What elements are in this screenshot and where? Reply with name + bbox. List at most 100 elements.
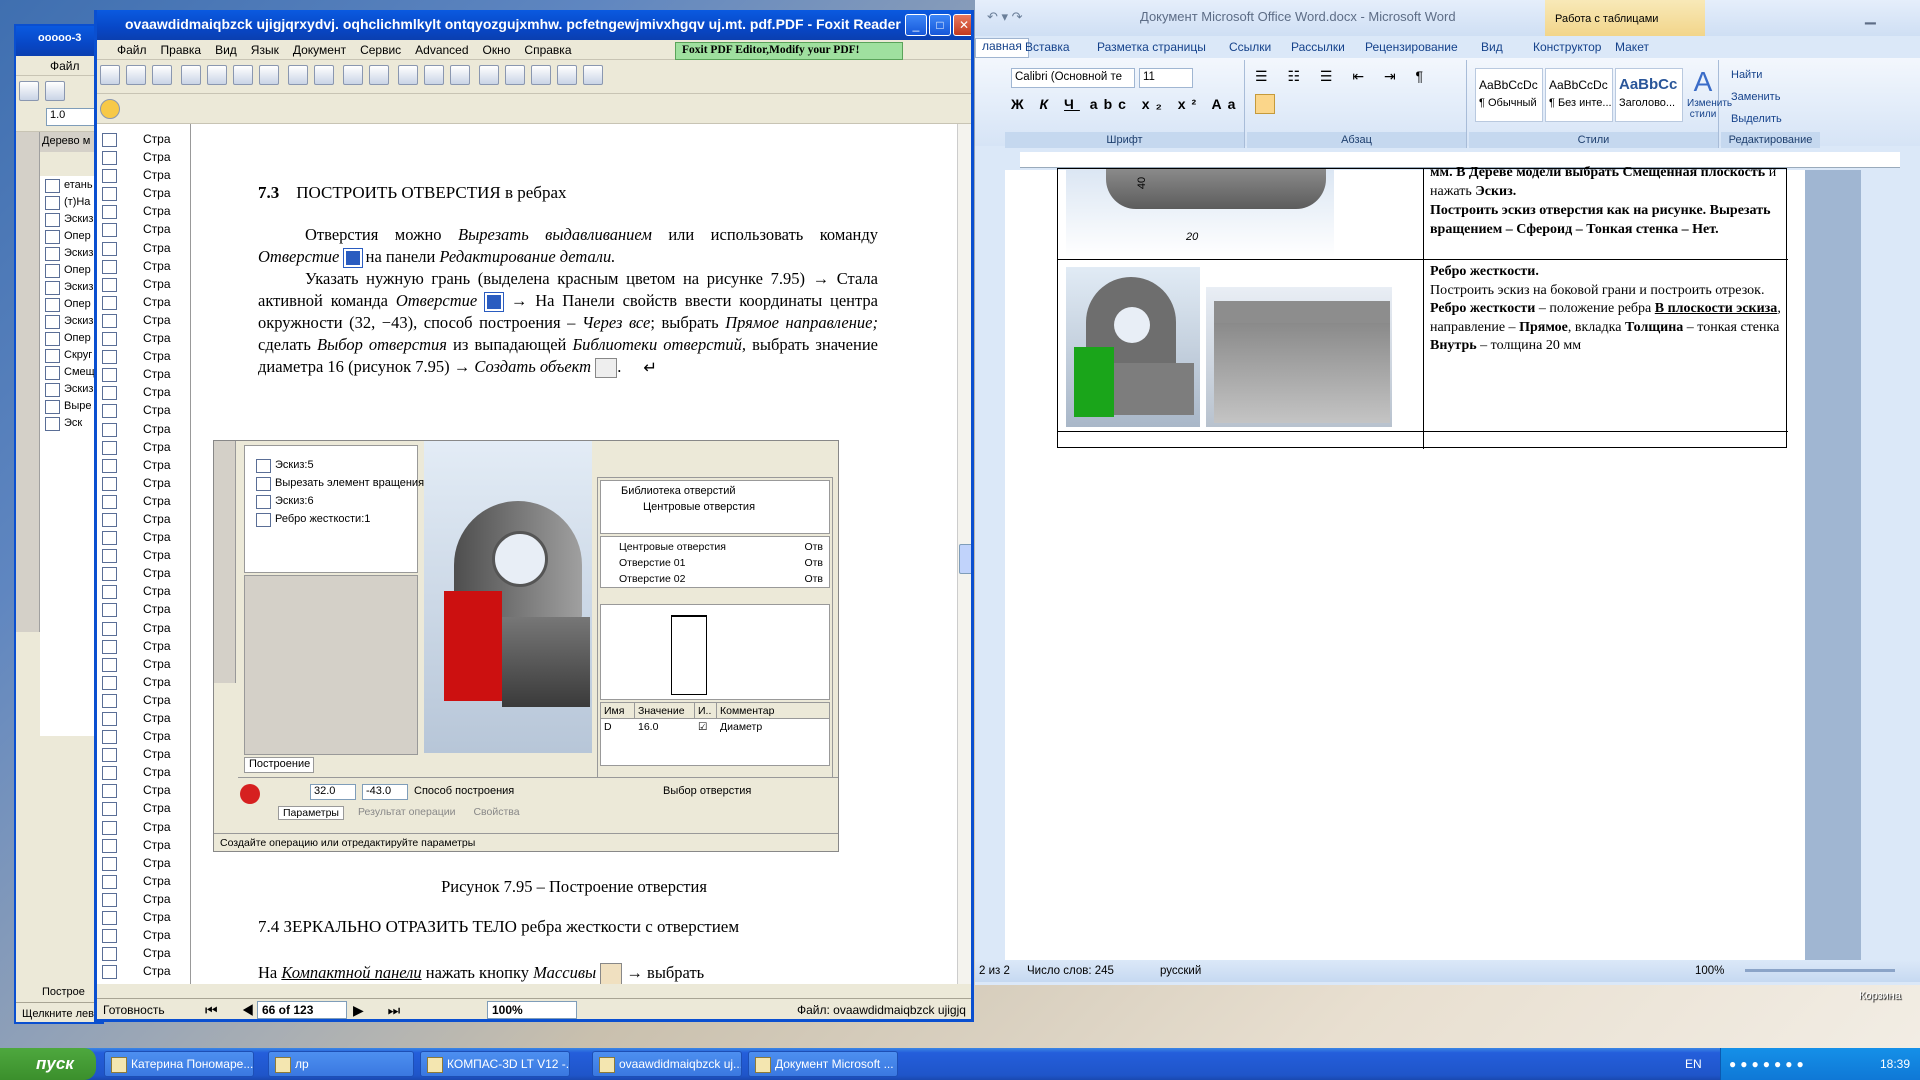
replace-button[interactable]: Заменить — [1731, 86, 1782, 108]
undo-icon[interactable]: ↶ ▾ ↷ — [987, 9, 1023, 25]
bookmark-item[interactable]: Стра — [97, 546, 190, 564]
foxit-menu-item[interactable]: Язык — [251, 43, 279, 59]
foxit-promo-link[interactable]: Foxit PDF Editor,Modify your PDF! — [675, 42, 903, 60]
lang-indicator[interactable]: EN — [1685, 1057, 1702, 1071]
minimize-button[interactable]: _ — [905, 14, 927, 36]
bookmark-item[interactable]: Стра — [97, 492, 190, 510]
bookmark-item[interactable]: Стра — [97, 582, 190, 600]
bookmark-item[interactable]: Стра — [97, 600, 190, 618]
bookmark-item[interactable]: Стра — [97, 872, 190, 890]
bookmark-item[interactable]: Стра — [97, 528, 190, 546]
open-folder-icon[interactable] — [45, 81, 65, 101]
bookmark-item[interactable]: Стра — [97, 926, 190, 944]
kompas-menu-file[interactable]: Файл — [50, 59, 80, 75]
kompas-zoom-field[interactable]: 1.0 — [46, 108, 96, 126]
forward-icon[interactable] — [314, 65, 335, 85]
bookmark-item[interactable]: Стра — [97, 347, 190, 365]
bookmark-item[interactable]: Стра — [97, 329, 190, 347]
foxit-menu-item[interactable]: Правка — [161, 43, 202, 59]
bookmark-item[interactable]: Стра — [97, 890, 190, 908]
hand-icon[interactable] — [505, 65, 526, 85]
bookmark-item[interactable]: Стра — [97, 836, 190, 854]
foxit-titlebar[interactable]: ovaawdidmaiqbzck ujigjqrxydvj. oqhclichm… — [97, 10, 971, 40]
change-styles-button[interactable]: A Изменить стили — [1687, 66, 1732, 120]
next-page-icon[interactable] — [233, 65, 254, 85]
bookmark-item[interactable]: Стра — [97, 383, 190, 401]
bookmark-item[interactable]: Стра — [97, 420, 190, 438]
word-tab[interactable]: Вставка — [1025, 40, 1070, 54]
help-icon[interactable] — [100, 99, 120, 119]
align-left-button[interactable] — [1255, 94, 1275, 114]
bookmark-item[interactable]: Стра — [97, 202, 190, 220]
text-select-icon[interactable] — [531, 65, 552, 85]
task-button[interactable]: Документ Microsoft ... — [748, 1051, 898, 1077]
word-tab[interactable]: Макет — [1615, 40, 1649, 54]
word-tab[interactable]: Рассылки — [1291, 40, 1345, 54]
foxit-menu-item[interactable]: Документ — [293, 43, 346, 59]
bookmark-item[interactable]: Стра — [97, 564, 190, 582]
bookmark-item[interactable]: Стра — [97, 510, 190, 528]
snapshot-icon[interactable] — [557, 65, 578, 85]
list-buttons[interactable]: ☰ ☷ ☰ ⇤ ⇥ ¶ — [1255, 68, 1431, 85]
word-titlebar[interactable]: ↶ ▾ ↷ Документ Microsoft Office Word.doc… — [975, 0, 1920, 36]
foxit-menu-item[interactable]: Окно — [483, 43, 511, 59]
select-button[interactable]: Выделить — [1731, 108, 1782, 130]
print-icon[interactable] — [152, 65, 172, 85]
bookmark-item[interactable]: Стра — [97, 944, 190, 962]
task-button[interactable]: лр — [268, 1051, 414, 1077]
back-icon[interactable] — [288, 65, 309, 85]
bookmark-item[interactable]: Стра — [97, 184, 190, 202]
zoom-in-icon[interactable] — [369, 65, 390, 85]
continuous-icon[interactable] — [424, 65, 445, 85]
bookmark-item[interactable]: Стра — [97, 275, 190, 293]
page-nav-icons-next[interactable]: ▶ ⏭ — [353, 999, 410, 1019]
bookmark-item[interactable]: Стра — [97, 401, 190, 419]
bookmark-item[interactable]: Стра — [97, 799, 190, 817]
bookmark-item[interactable]: Стра — [97, 709, 190, 727]
find-button[interactable]: Найти — [1731, 64, 1782, 86]
word-tab[interactable]: лавная — [975, 38, 1029, 58]
bookmark-item[interactable]: Стра — [97, 673, 190, 691]
bookmark-item[interactable]: Стра — [97, 619, 190, 637]
bookmark-item[interactable]: Стра — [97, 655, 190, 673]
open-icon[interactable] — [100, 65, 120, 85]
bookmark-item[interactable]: Стра — [97, 763, 190, 781]
style-no-spacing[interactable]: AaBbCcDc ¶ Без инте... — [1545, 68, 1613, 122]
bookmark-item[interactable]: Стра — [97, 691, 190, 709]
tray-icons[interactable]: ●●●●●●● — [1729, 1057, 1808, 1071]
bookmark-item[interactable]: Стра — [97, 908, 190, 926]
last-page-icon[interactable] — [259, 65, 280, 85]
first-page-icon[interactable] — [181, 65, 202, 85]
task-button[interactable]: ovaawdidmaiqbzck uj... — [592, 1051, 742, 1077]
bookmark-item[interactable]: Стра — [97, 781, 190, 799]
bookmark-item[interactable]: Стра — [97, 220, 190, 238]
bookmark-item[interactable]: Стра — [97, 365, 190, 383]
new-doc-icon[interactable] — [19, 81, 39, 101]
pdf-vscroll[interactable] — [957, 124, 971, 984]
binoculars-icon[interactable] — [479, 65, 500, 85]
bookmark-item[interactable]: Стра — [97, 854, 190, 872]
single-page-icon[interactable] — [398, 65, 419, 85]
save-icon[interactable] — [126, 65, 146, 85]
bookmark-item[interactable]: Стра — [97, 818, 190, 836]
bookmark-item[interactable]: Стра — [97, 745, 190, 763]
word-tab[interactable]: Конструктор — [1533, 40, 1601, 54]
recycle-bin-label[interactable]: Корзина — [1850, 990, 1910, 1002]
style-heading[interactable]: AaBbCc Заголово... — [1615, 68, 1683, 122]
bookmark-item[interactable]: Стра — [97, 239, 190, 257]
style-normal[interactable]: AaBbCcDc ¶ Обычный — [1475, 68, 1543, 122]
status-lang[interactable]: русский — [1160, 960, 1201, 982]
foxit-menu-item[interactable]: Сервис — [360, 43, 401, 59]
task-button[interactable]: Катерина Пономаре... — [104, 1051, 254, 1077]
bookmark-item[interactable]: Стра — [97, 130, 190, 148]
select-arrow-icon[interactable] — [583, 65, 604, 85]
bookmark-item[interactable]: Стра — [97, 456, 190, 474]
start-button[interactable]: пуск — [0, 1048, 96, 1080]
bookmark-item[interactable]: Стра — [97, 166, 190, 184]
bookmark-item[interactable]: Стра — [97, 474, 190, 492]
close-button[interactable]: ✕ — [953, 14, 971, 36]
prev-page-icon[interactable] — [207, 65, 228, 85]
status-page[interactable]: 2 из 2 — [979, 960, 1010, 982]
word-tab[interactable]: Вид — [1481, 40, 1503, 54]
bookmark-item[interactable]: Стра — [97, 637, 190, 655]
